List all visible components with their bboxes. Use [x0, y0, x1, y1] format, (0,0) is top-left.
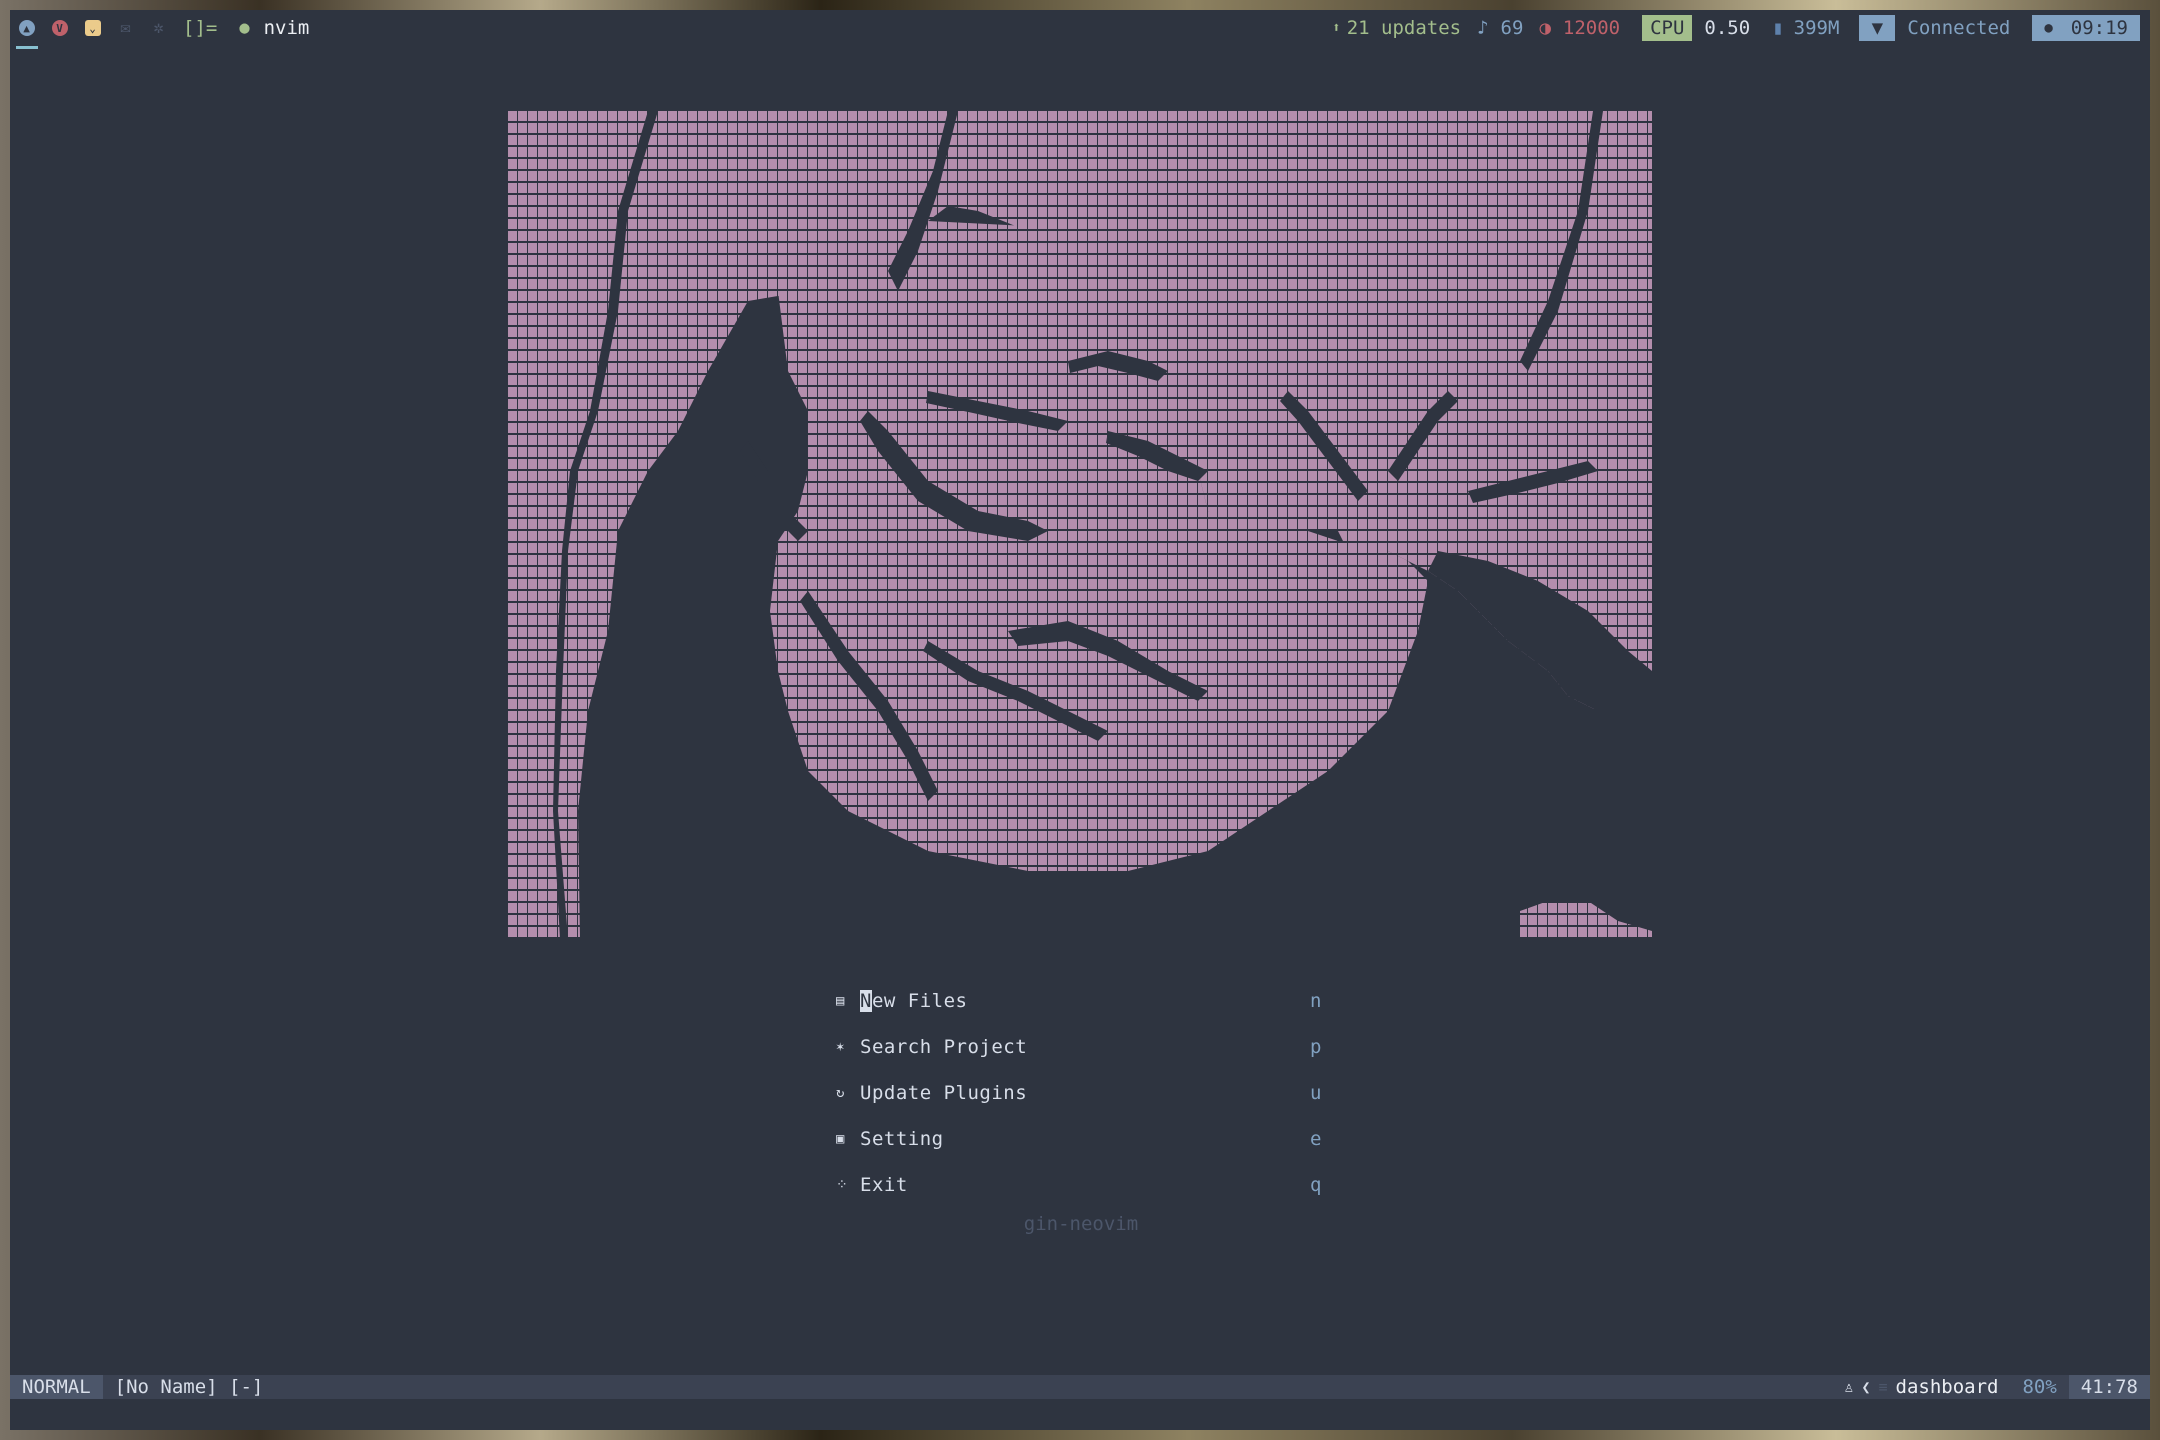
network-status: Connected — [1907, 17, 2011, 39]
text-cursor: N — [860, 990, 872, 1012]
menu-update-plugins[interactable]: ↻ Update Plugins u — [836, 1070, 1336, 1116]
menu-update-plugins-label: Update Plugins — [860, 1082, 1028, 1104]
layout-symbol[interactable]: []= — [183, 17, 217, 39]
clock-module[interactable]: ● 09:19 — [2032, 15, 2140, 41]
separator-icon: ❮ — [1861, 1378, 1871, 1396]
search-icon: ✶ — [836, 1039, 845, 1055]
cpu-load: 0.50 — [1704, 17, 1751, 39]
exit-icon: ⁘ — [836, 1177, 848, 1193]
refresh-icon: ↻ — [836, 1085, 845, 1101]
menu-exit[interactable]: ⁘ Exit q — [836, 1162, 1336, 1208]
settings-icon: ▣ — [836, 1131, 845, 1147]
volume-module[interactable]: ♪ 69 — [1469, 10, 1531, 46]
clock-time: 09:19 — [2070, 17, 2128, 39]
menu-search-project-key: p — [1310, 1036, 1322, 1058]
temperature-icon: ◑ — [1539, 17, 1551, 39]
volume-icon: ♪ — [1477, 17, 1489, 39]
menu-update-plugins-key: u — [1310, 1082, 1322, 1104]
clock-icon: ● — [2044, 20, 2053, 36]
menu-search-project-label: Search Project — [860, 1036, 1028, 1058]
updates-count: 21 updates — [1346, 17, 1462, 39]
mail-icon[interactable]: ✉ — [109, 10, 142, 46]
vivaldi-icon[interactable]: V — [43, 10, 76, 46]
menu-setting[interactable]: ▣ Setting e — [836, 1116, 1336, 1162]
cursor-position: 41:78 — [2068, 1375, 2150, 1399]
dashboard-ascii-art — [508, 111, 1652, 939]
memory-module: ▮ 399M — [1758, 10, 1847, 46]
status-line: NORMAL [No Name] [-] ♙ ❮ ≡ dashboard 80%… — [10, 1375, 2150, 1399]
cpu-label: CPU — [1642, 15, 1693, 41]
wifi-icon: ▼ — [1859, 15, 1896, 41]
mode-indicator: NORMAL — [10, 1375, 103, 1399]
scroll-percent: 80% — [2022, 1376, 2057, 1398]
memory-value: 399M — [1793, 17, 1840, 39]
status-modules: ⬆ 21 updates ♪ 69 ◑ 12000 CPU 0.50 ▮ 399… — [1324, 10, 2150, 46]
window-title: nvim — [263, 17, 310, 39]
menu-setting-label: Setting — [860, 1128, 944, 1150]
menu-setting-key: e — [1310, 1128, 1322, 1150]
menu-new-files[interactable]: ▤ New Files n — [836, 978, 1336, 1024]
linux-icon: ♙ — [1844, 1378, 1854, 1396]
dashboard-footer: gin-neovim — [1023, 1213, 1139, 1235]
update-icon: ⬆ — [1332, 20, 1341, 36]
nvim-icon: ● — [239, 18, 250, 38]
filetype: dashboard — [1895, 1376, 1999, 1398]
temperature-module: ◑ 12000 — [1531, 10, 1628, 46]
top-bar: ▲ V ⌄ ✉ ✲ []= ● nvim ⬆ 21 updates ♪ 69 ◑… — [10, 10, 2150, 46]
memory-icon: ▮ — [1772, 17, 1784, 39]
temperature-value: 12000 — [1562, 17, 1621, 39]
settings-icon[interactable]: ✲ — [142, 10, 175, 46]
cpu-module: CPU 0.50 — [1628, 10, 1758, 46]
arch-icon[interactable]: ▲ — [10, 10, 43, 46]
menu-search-project[interactable]: ✶ Search Project p — [836, 1024, 1336, 1070]
menu-exit-label: Exit — [860, 1174, 908, 1196]
menu-new-files-key: n — [1310, 990, 1322, 1012]
buffer-name: [No Name] [-] — [114, 1376, 264, 1398]
network-module[interactable]: ▼ Connected — [1847, 10, 2032, 46]
menu-exit-key: q — [1310, 1174, 1322, 1196]
status-line-right: ♙ ❮ ≡ dashboard 80% 41:78 — [1844, 1375, 2150, 1399]
dashboard-menu: ▤ New Files n ✶ Search Project p ↻ Updat… — [836, 978, 1336, 1208]
filetype-icon: ≡ — [1878, 1378, 1888, 1396]
updates-module[interactable]: ⬆ 21 updates — [1324, 10, 1469, 46]
workspace-indicator — [16, 46, 38, 49]
volume-value: 69 — [1500, 17, 1524, 39]
pocket-icon[interactable]: ⌄ — [76, 10, 109, 46]
menu-new-files-label: New Files — [860, 990, 968, 1012]
file-icon: ▤ — [836, 993, 845, 1009]
